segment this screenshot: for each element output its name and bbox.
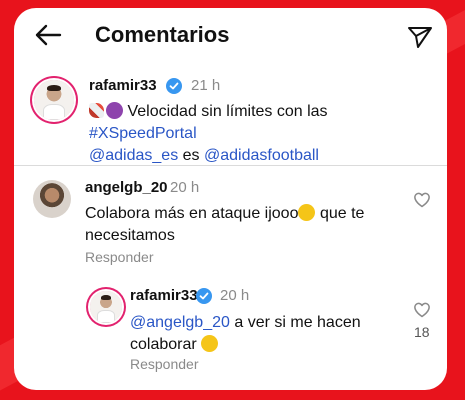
caption-text: Velocidad sin límites con las #XSpeedPor…	[89, 101, 389, 167]
avatar-shirt	[97, 310, 115, 323]
avatar-hair	[47, 84, 61, 92]
page-title: Comentarios	[95, 22, 230, 47]
reply-button[interactable]: Responder	[85, 249, 154, 265]
caption-text-main: Velocidad sin límites con las	[127, 103, 328, 120]
comment-text-part2: que te	[319, 205, 365, 222]
comment-text-part1: Colabora más en ataque ijooo	[85, 205, 299, 222]
reply-text: @angelgb_20 a ver si me hacen colaborar	[130, 312, 390, 356]
verified-badge-icon	[196, 288, 212, 304]
like-count: 18	[414, 324, 430, 340]
mention-link[interactable]: @adidasfootball	[204, 147, 319, 164]
mention-link[interactable]: @angelgb_20	[130, 314, 230, 331]
mention-link[interactable]: @adidas_es	[89, 147, 178, 164]
header: Comentarios	[14, 8, 447, 60]
heart-icon[interactable]	[413, 191, 431, 208]
caption-connector: es	[182, 147, 200, 164]
send-icon[interactable]	[407, 25, 433, 49]
comments-panel: Comentarios rafamir33 21 h Velocidad sin…	[14, 8, 447, 390]
back-arrow-icon[interactable]	[34, 23, 62, 47]
comment-username[interactable]: angelgb_20	[85, 179, 168, 196]
reply-text-part1: a ver si me hacen	[234, 314, 361, 331]
rocket-icon	[89, 103, 104, 118]
reply-time: 20 h	[220, 287, 250, 304]
devil-emoji-icon	[106, 102, 123, 119]
sad-face-emoji-icon	[298, 204, 316, 221]
avatar[interactable]	[34, 80, 74, 120]
reply-text-part2: colaborar	[130, 336, 197, 353]
reply-button[interactable]: Responder	[130, 356, 199, 372]
caption-username[interactable]: rafamir33	[89, 77, 157, 94]
avatar[interactable]	[90, 291, 122, 323]
caption-time: 21 h	[191, 77, 221, 94]
eye-roll-emoji-icon	[201, 335, 219, 352]
comment-text: Colabora más en ataque ijooo que te nece…	[85, 203, 385, 247]
reply-username[interactable]: rafamir33	[130, 287, 198, 304]
avatar-hair	[100, 294, 112, 300]
hashtag-link[interactable]: #XSpeedPortal	[89, 125, 197, 142]
heart-icon[interactable]	[413, 301, 431, 318]
avatar[interactable]	[33, 180, 71, 218]
avatar-shirt	[42, 104, 66, 120]
comment-time: 20 h	[170, 179, 200, 196]
divider	[14, 165, 447, 166]
comment-text-part3: necesitamos	[85, 227, 175, 244]
verified-badge-icon	[166, 78, 182, 94]
